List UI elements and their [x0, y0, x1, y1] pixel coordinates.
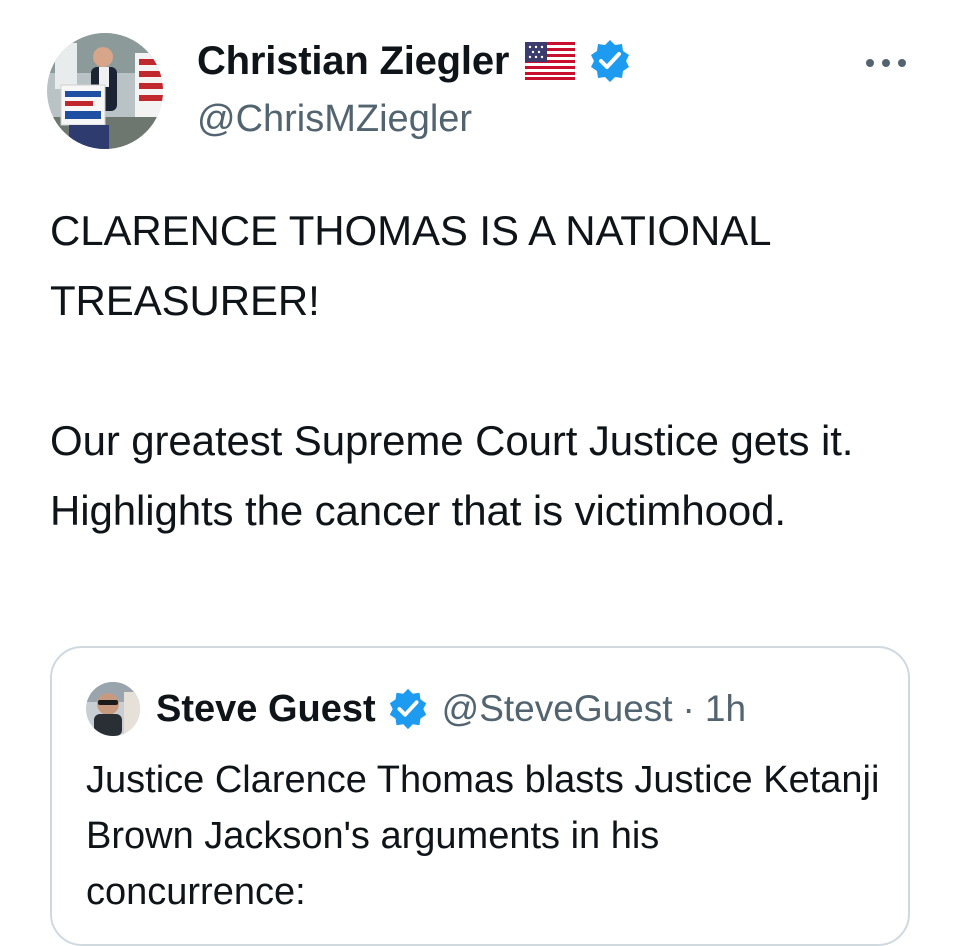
quoted-author-name: Steve Guest	[156, 687, 376, 730]
quoted-avatar-photo	[86, 682, 140, 736]
avatar-photo	[47, 33, 163, 149]
tweet-card: Christian Ziegler @ChrisMZiegler CLARENC…	[0, 0, 960, 946]
more-options-button[interactable]	[862, 48, 912, 78]
tweet-paragraph: CLARENCE THOMAS IS A NATIONAL TREASURER!	[50, 207, 770, 324]
verified-badge-icon	[386, 687, 430, 731]
tweet-text: CLARENCE THOMAS IS A NATIONAL TREASURER!…	[50, 196, 910, 546]
tweet-paragraph: Our greatest Supreme Court Justice gets …	[50, 417, 854, 534]
quoted-author-avatar[interactable]	[86, 682, 140, 736]
quoted-timestamp: 1h	[704, 688, 747, 729]
quoted-tweet-text: Justice Clarence Thomas blasts Justice K…	[86, 759, 880, 913]
quoted-tweet-header: Steve Guest @SteveGuest · 1h	[156, 684, 746, 734]
tweet-header: Christian Ziegler @ChrisMZiegler	[197, 36, 633, 141]
us-flag-icon	[524, 41, 576, 81]
author-display-name[interactable]: Christian Ziegler	[197, 39, 509, 84]
quoted-author-handle: @SteveGuest	[441, 688, 673, 729]
quoted-separator: ·	[682, 688, 695, 729]
author-handle[interactable]: @ChrisMZiegler	[197, 98, 633, 141]
quoted-tweet-card[interactable]: Steve Guest @SteveGuest · 1h Justice Cla…	[50, 646, 910, 946]
more-options-icon	[866, 59, 906, 67]
author-avatar[interactable]	[47, 33, 163, 149]
author-name-row: Christian Ziegler	[197, 36, 633, 86]
verified-badge-icon[interactable]	[587, 38, 633, 84]
